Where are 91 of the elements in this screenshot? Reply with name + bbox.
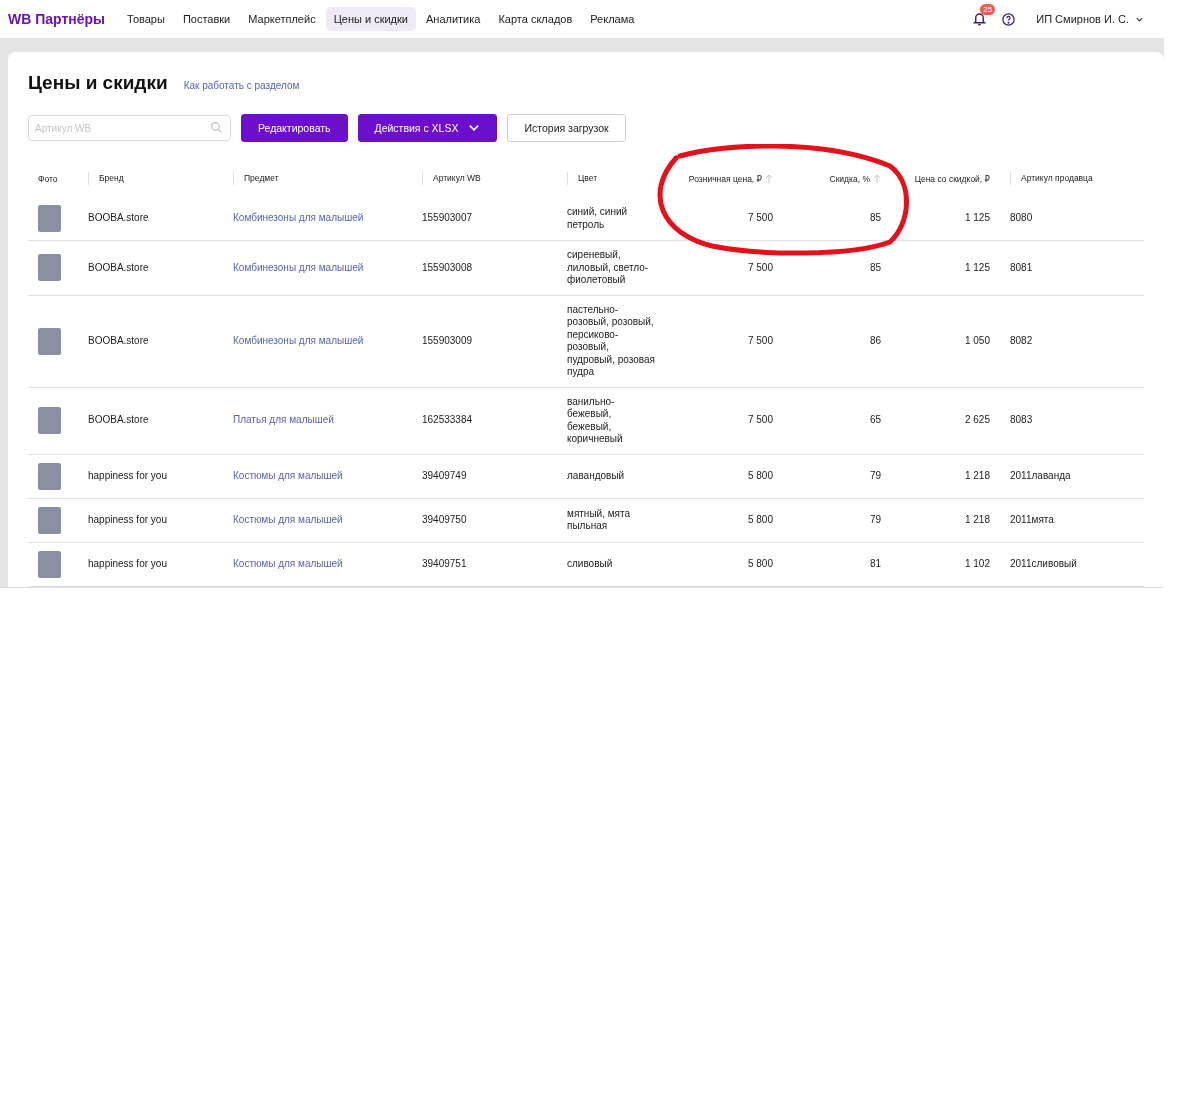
table-cell: 5 800 bbox=[665, 542, 783, 586]
table-cell: сиреневый, лиловый, светло-фиолетовый bbox=[557, 240, 665, 295]
table-cell: 85 bbox=[783, 240, 891, 295]
table-cell: 39409750 bbox=[412, 498, 557, 542]
table-cell: 7 500 bbox=[665, 197, 783, 241]
subject-link[interactable]: Костюмы для малышей bbox=[233, 557, 343, 569]
table-cell: 79 bbox=[783, 454, 891, 498]
table-cell: лавандовый bbox=[557, 454, 665, 498]
nav-tab[interactable]: Товары bbox=[119, 7, 173, 31]
table-cell: 155903009 bbox=[412, 295, 557, 387]
search-icon bbox=[210, 121, 223, 134]
table-cell: 5 800 bbox=[665, 454, 783, 498]
user-menu[interactable]: ИП Смирнов И. С. bbox=[1030, 12, 1150, 26]
column-header[interactable]: Артикул продавца bbox=[1021, 172, 1093, 183]
table-cell: пастельно-розовый, розовый, персиково-розовый, пудровый, розовая пудра bbox=[557, 295, 665, 387]
subject-link[interactable]: Платья для малышей bbox=[233, 414, 334, 426]
nav-tab[interactable]: Аналитика bbox=[417, 7, 489, 31]
table-cell: happiness for you bbox=[78, 454, 223, 498]
table-cell: 155903007 bbox=[412, 197, 557, 241]
search-field[interactable]: Артикул WB bbox=[28, 115, 231, 141]
table-cell: 1 050 bbox=[891, 295, 1000, 387]
table-cell: 2011сливовый bbox=[1000, 542, 1144, 586]
table-cell: 7 500 bbox=[665, 295, 783, 387]
table-cell: 81 bbox=[783, 542, 891, 586]
photo-placeholder bbox=[38, 462, 61, 490]
subject-link[interactable]: Комбинезоны для малышей bbox=[233, 261, 364, 273]
table-cell: 1 218 bbox=[891, 498, 1000, 542]
nav-tab[interactable]: Реклама bbox=[582, 7, 643, 31]
xlsx-actions-button[interactable]: Действия с XLSX bbox=[357, 114, 498, 142]
table-cell: 2011лаванда bbox=[1000, 454, 1144, 498]
column-header[interactable]: Артикул WB bbox=[433, 172, 481, 183]
table-cell: 79 bbox=[783, 498, 891, 542]
table-cell: 8083 bbox=[1000, 387, 1144, 454]
column-header[interactable]: Цена со скидкой, ₽ bbox=[914, 173, 990, 184]
subject-link[interactable]: Комбинезоны для малышей bbox=[233, 212, 364, 224]
table-cell: 39409749 bbox=[412, 454, 557, 498]
column-header[interactable]: Предмет bbox=[244, 172, 279, 183]
photo-placeholder bbox=[38, 254, 61, 282]
table-cell: 8082 bbox=[1000, 295, 1144, 387]
bell-icon[interactable] bbox=[972, 11, 988, 27]
table-cell: 7 500 bbox=[665, 240, 783, 295]
table-cell: 2 625 bbox=[891, 387, 1000, 454]
table-cell: 8081 bbox=[1000, 240, 1144, 295]
table-cell: мятный, мята пыльная bbox=[557, 498, 665, 542]
column-header[interactable]: Скидка, % bbox=[829, 173, 881, 184]
table-cell: 7 500 bbox=[665, 387, 783, 454]
table-cell: 86 bbox=[783, 295, 891, 387]
help-icon[interactable] bbox=[1001, 11, 1017, 27]
table-cell: 8080 bbox=[1000, 197, 1144, 241]
table-cell: 162533384 bbox=[412, 387, 557, 454]
column-header[interactable]: Фото bbox=[38, 173, 58, 184]
table-cell: 1 218 bbox=[891, 454, 1000, 498]
table-cell: сливовый bbox=[557, 542, 665, 586]
table-cell: BOOBA.store bbox=[78, 240, 223, 295]
column-header[interactable]: Розничная цена, ₽ bbox=[688, 173, 773, 184]
table-cell: 85 bbox=[783, 197, 891, 241]
photo-placeholder bbox=[38, 407, 61, 434]
table-cell: 2011мята bbox=[1000, 498, 1144, 542]
nav-tab[interactable]: Карта складов bbox=[490, 7, 581, 31]
table-cell: BOOBA.store bbox=[78, 295, 223, 387]
nav-tab[interactable]: Маркетплейс bbox=[240, 7, 324, 31]
nav-tab[interactable]: Цены и скидки bbox=[325, 7, 416, 31]
table-cell: синий, синий петроль bbox=[557, 197, 665, 241]
help-link[interactable]: Как работать с разделом bbox=[183, 80, 300, 91]
photo-placeholder bbox=[38, 506, 61, 534]
table-cell: happiness for you bbox=[78, 498, 223, 542]
subject-link[interactable]: Комбинезоны для малышей bbox=[233, 334, 364, 346]
upload-history-button[interactable]: История загрузок bbox=[507, 114, 626, 142]
table-cell: BOOBA.store bbox=[78, 197, 223, 241]
table-cell: 5 800 bbox=[665, 498, 783, 542]
table-cell: ванильно-бежевый, бежевый, коричневый bbox=[557, 387, 665, 454]
column-header[interactable]: Цвет bbox=[578, 172, 598, 183]
logo[interactable]: WB Партнёры bbox=[8, 11, 106, 27]
table-cell: 65 bbox=[783, 387, 891, 454]
table-cell: happiness for you bbox=[78, 542, 223, 586]
photo-placeholder bbox=[38, 327, 61, 355]
table-cell: 1 125 bbox=[891, 240, 1000, 295]
table-cell: 39409751 bbox=[412, 542, 557, 586]
photo-placeholder bbox=[38, 550, 61, 578]
table-cell: 155903008 bbox=[412, 240, 557, 295]
notification-badge: 25 bbox=[980, 4, 996, 15]
column-header[interactable]: Бренд bbox=[99, 172, 124, 183]
table-cell: 1 125 bbox=[891, 197, 1000, 241]
nav-tab[interactable]: Поставки bbox=[174, 7, 239, 31]
subject-link[interactable]: Костюмы для малышей bbox=[233, 469, 343, 481]
table-cell: BOOBA.store bbox=[78, 387, 223, 454]
subject-link[interactable]: Костюмы для малышей bbox=[233, 513, 343, 525]
table-cell: 1 102 bbox=[891, 542, 1000, 586]
photo-placeholder bbox=[38, 205, 61, 232]
page-title: Цены и скидки bbox=[28, 72, 168, 94]
edit-button[interactable]: Редактировать bbox=[241, 114, 348, 142]
